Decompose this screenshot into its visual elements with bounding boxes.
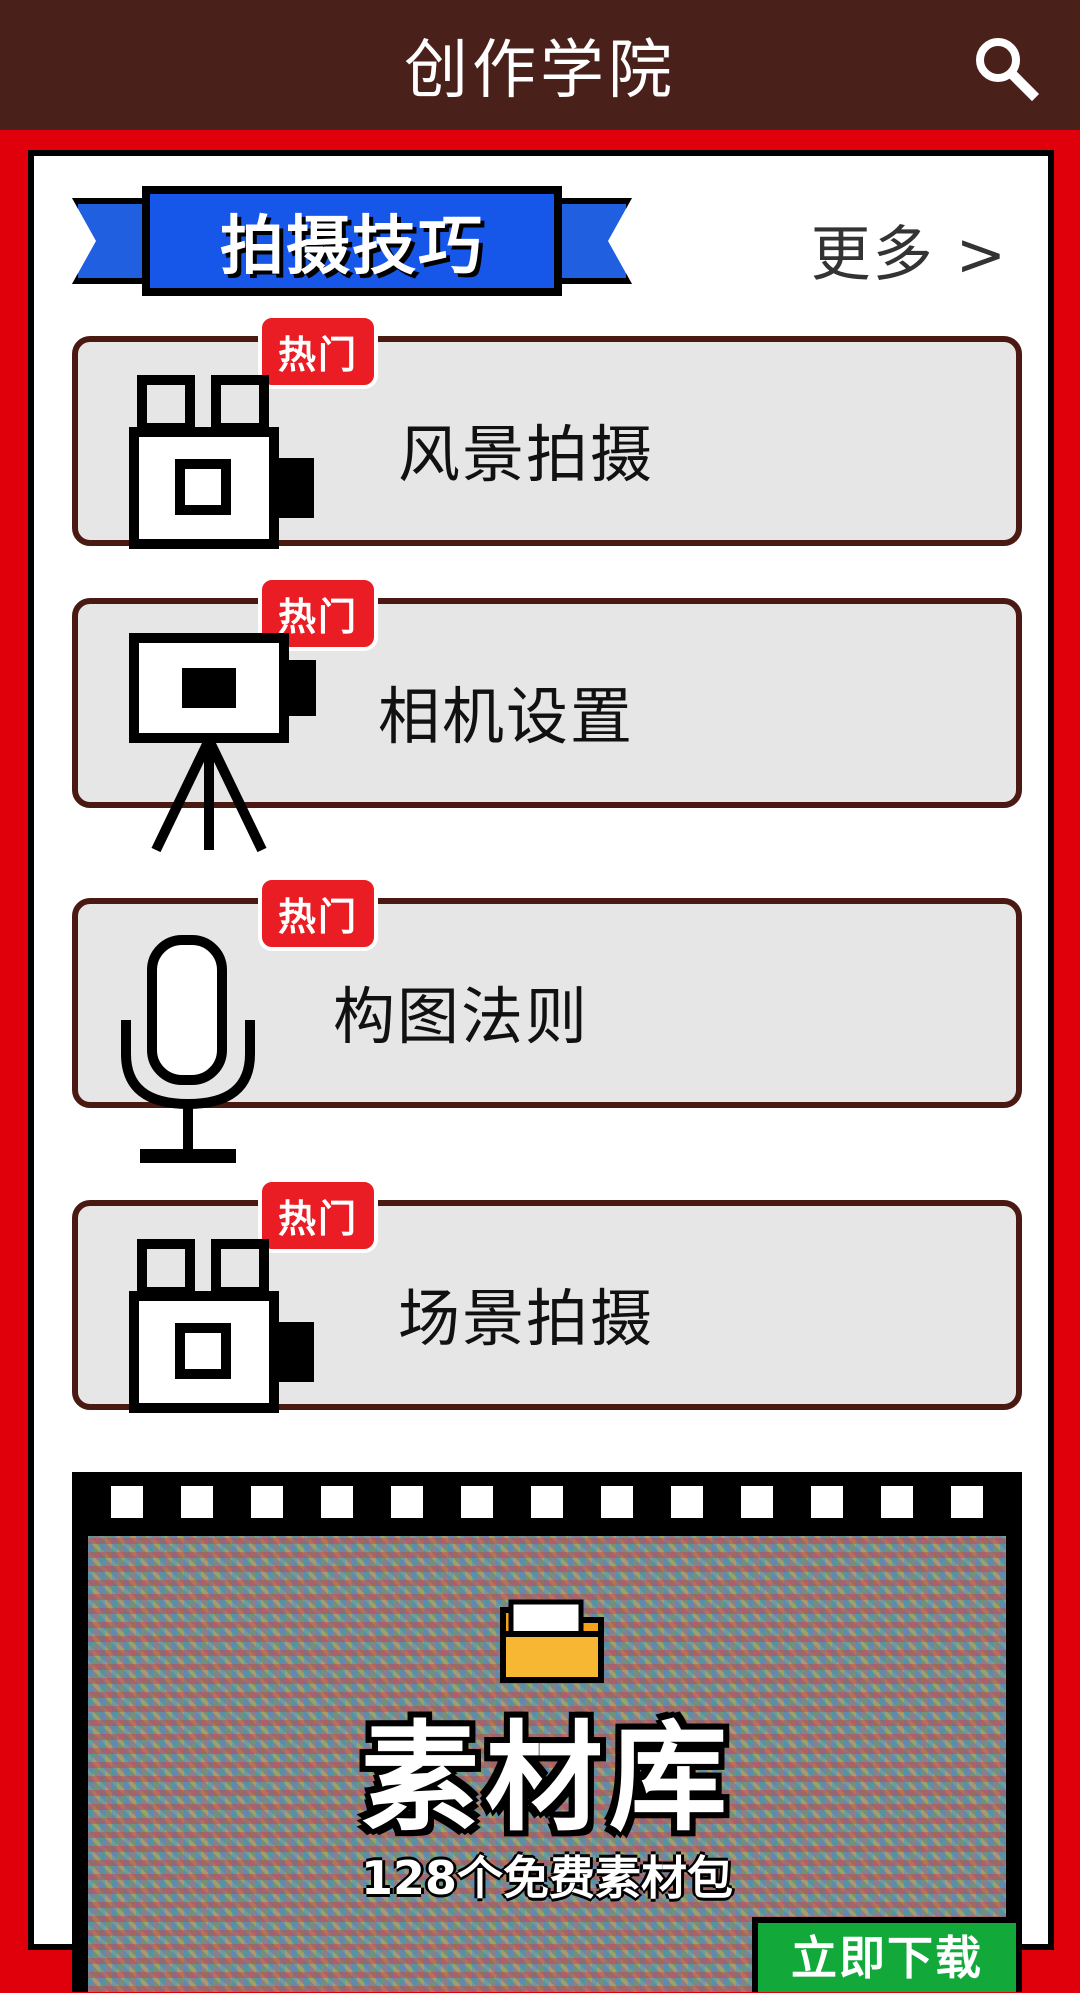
banner-title: 素材库 — [360, 1709, 733, 1847]
page-title: 创作学院 — [404, 34, 676, 108]
ribbon-right-tail — [552, 198, 632, 284]
card-composition[interactable]: 热门 构图法则 — [72, 876, 1022, 1163]
banner-subtitle: 128个免费素材包 — [360, 1851, 734, 1905]
folder-icon — [500, 1599, 604, 1683]
card-landscape[interactable]: 热门 风景拍摄 — [72, 314, 1022, 549]
card-label: 风景拍摄 — [398, 418, 655, 491]
microphone-icon — [121, 935, 255, 1163]
film-sprocket-holes — [72, 1486, 1022, 1526]
card-camera-settings[interactable]: 热门 相机设置 — [72, 576, 1022, 853]
download-button[interactable]: 立即下载 — [752, 1917, 1022, 1992]
search-icon[interactable] — [970, 32, 1040, 102]
asset-library-banner[interactable]: 素材库 128个免费素材包 立即下载 — [72, 1472, 1022, 1992]
section-title: 拍摄技巧 — [220, 210, 484, 284]
card-label: 相机设置 — [378, 680, 635, 753]
ribbon-left-tail — [72, 198, 152, 284]
section-ribbon: 拍摄技巧 — [72, 186, 632, 296]
card-label: 构图法则 — [333, 980, 590, 1053]
card-scene[interactable]: 热门 场景拍摄 — [72, 1178, 1022, 1413]
camera-icon — [129, 1239, 314, 1413]
camera-icon — [129, 375, 314, 549]
section-title-box: 拍摄技巧 — [142, 186, 562, 296]
title-bar: 创作学院 — [0, 0, 1080, 130]
tripod-camera-icon — [129, 633, 316, 853]
card-label: 场景拍摄 — [398, 1282, 655, 1355]
more-link[interactable]: 更多 > — [811, 206, 1008, 293]
content-panel: 拍摄技巧 更多 > 热门 风景拍摄 热门 相机设置 热门 构图法则 热门 场景拍… — [28, 150, 1054, 1992]
